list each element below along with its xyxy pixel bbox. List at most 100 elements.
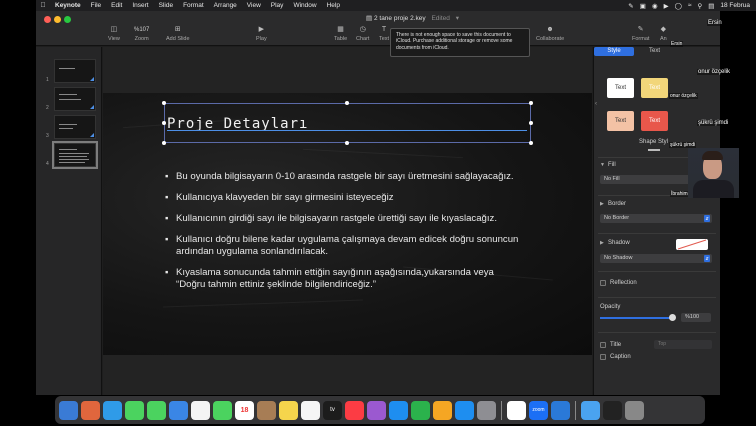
shape-style-swatch[interactable]: Text [607,111,634,131]
resize-handle[interactable] [162,121,166,125]
slide-thumbnail-1[interactable] [54,59,96,83]
control-center-icon[interactable]: ▤ [708,2,714,10]
menu-slide[interactable]: Slide [154,2,178,9]
tab-text[interactable]: Text [649,47,660,56]
chrome-icon[interactable] [507,400,526,420]
document-title[interactable]: ▤ 2 tane proje 2.key Edited ▾ [366,14,459,22]
chevron-right-icon[interactable]: ▶ [600,201,604,207]
menu-help[interactable]: Help [322,2,345,9]
reflection-checkbox[interactable] [600,280,606,286]
slide-canvas[interactable]: Proje Detayları Bu oyunda bilgisayarın 0… [103,47,592,395]
resize-handle[interactable] [162,141,166,145]
format-button[interactable]: ✎ Format [632,26,649,42]
menu-arrange[interactable]: Arrange [209,2,242,9]
calendar-icon[interactable]: 18 [235,400,254,420]
menu-format[interactable]: Format [178,2,209,9]
tab-style[interactable]: Style [594,47,634,56]
opacity-knob[interactable] [668,314,676,321]
play-button[interactable]: ▶ Play [256,26,267,42]
shadow-label[interactable]: Shadow [608,240,630,246]
bullet-item[interactable]: Bu oyunda bilgisayarın 0-10 arasında ras… [165,171,525,183]
opacity-slider[interactable] [600,314,676,321]
photos-icon[interactable] [191,400,210,420]
table-button[interactable]: ▦ Table [334,26,347,42]
shape-style-swatch[interactable]: Text [641,111,668,131]
music-icon[interactable] [345,400,364,420]
chart-button[interactable]: ◷ Chart [356,26,369,42]
app-store-icon[interactable] [455,400,474,420]
keynote-icon[interactable] [389,400,408,420]
trash-icon[interactable] [625,400,644,420]
reminders-icon[interactable] [301,400,320,420]
menu-app-keynote[interactable]: Keynote [50,2,86,9]
maps-icon[interactable] [169,400,188,420]
resize-handle[interactable] [529,101,533,105]
slide[interactable]: Proje Detayları Bu oyunda bilgisayarın 0… [103,93,592,355]
apple-menu-icon[interactable]:  [36,2,50,9]
shadow-popup[interactable]: No Shadow ⇵ [600,254,712,263]
bullet-item[interactable]: Kullanıcı doğru bilene kadar uygulama ça… [165,234,525,258]
podcasts-icon[interactable] [367,400,386,420]
collaborate-button[interactable]: ☻ Collaborate [536,26,564,42]
bullet-item[interactable]: Kullanıcıya klavyeden bir sayı girmesini… [165,192,525,204]
caption-checkbox[interactable] [600,354,606,360]
resize-handle[interactable] [345,101,349,105]
facetime-icon[interactable] [213,400,232,420]
page-dot[interactable] [648,149,660,151]
system-preferences-icon[interactable] [477,400,496,420]
play-status-icon[interactable]: ▶ [664,2,669,10]
search-icon[interactable]: ⚲ [697,2,702,10]
menu-file[interactable]: File [86,2,106,9]
safari-icon[interactable] [103,400,122,420]
downloads-folder-icon[interactable] [581,400,600,420]
shape-style-swatch[interactable]: Text [641,78,668,98]
spotlight-icon[interactable]: ◯ [675,2,682,10]
finder-icon[interactable] [59,400,78,420]
close-window-button[interactable] [44,16,51,23]
facetime-chat-icon[interactable] [147,400,166,420]
shadow-preview[interactable] [676,239,708,250]
menu-insert[interactable]: Insert [127,2,153,9]
record-icon[interactable]: ◉ [652,2,658,10]
menu-view[interactable]: View [242,2,266,9]
border-label[interactable]: Border [608,201,626,207]
fill-label[interactable]: Fill [608,162,616,168]
add-slide-button[interactable]: ⊞ Add Slide [166,26,190,42]
view-button[interactable]: ◫ View [108,26,120,42]
bullet-list[interactable]: Bu oyunda bilgisayarın 0-10 arasında ras… [165,171,525,300]
notes-icon[interactable] [279,400,298,420]
menu-window[interactable]: Window [288,2,321,9]
slide-thumbnail-4[interactable] [52,141,98,169]
launchpad-icon[interactable] [81,400,100,420]
fullscreen-window-button[interactable] [64,16,71,23]
contacts-icon[interactable] [257,400,276,420]
zoom-button[interactable]: %107 Zoom [134,26,149,42]
menu-edit[interactable]: Edit [106,2,127,9]
clipboard-icon[interactable]: ▣ [640,2,646,10]
chevron-left-icon[interactable]: ‹ [595,101,597,107]
zoom-app-icon[interactable]: zoom [529,400,548,420]
vscode-icon[interactable] [551,400,570,420]
bullet-item[interactable]: Kıyaslama sonucunda tahmin ettiğin sayığ… [165,267,525,291]
border-popup[interactable]: No Border ⇵ [600,214,712,223]
text-button[interactable]: T Text [379,26,389,42]
minimize-window-button[interactable] [54,16,61,23]
apple-tv-icon[interactable]: tv [323,400,342,420]
resize-handle[interactable] [345,141,349,145]
chevron-right-icon[interactable]: ▶ [600,240,604,246]
pages-icon[interactable] [433,400,452,420]
bullet-item[interactable]: Kullanıcının girdiği sayı ile bilgisayar… [165,213,525,225]
menu-play[interactable]: Play [266,2,289,9]
opacity-field[interactable]: %100 [681,313,711,322]
messages-icon[interactable] [125,400,144,420]
resize-handle[interactable] [529,121,533,125]
pen-icon[interactable]: ✎ [628,2,633,10]
animate-button[interactable]: ◆ An [660,26,667,42]
shape-style-swatch[interactable]: Text [607,78,634,98]
chevron-down-icon[interactable]: ▼ [600,162,605,168]
slide-thumbnail-3[interactable] [54,115,96,139]
slide-thumbnail-2[interactable] [54,87,96,111]
participant-video[interactable] [688,148,739,198]
wifi-icon[interactable]: ≈ [688,2,692,9]
numbers-icon[interactable] [411,400,430,420]
